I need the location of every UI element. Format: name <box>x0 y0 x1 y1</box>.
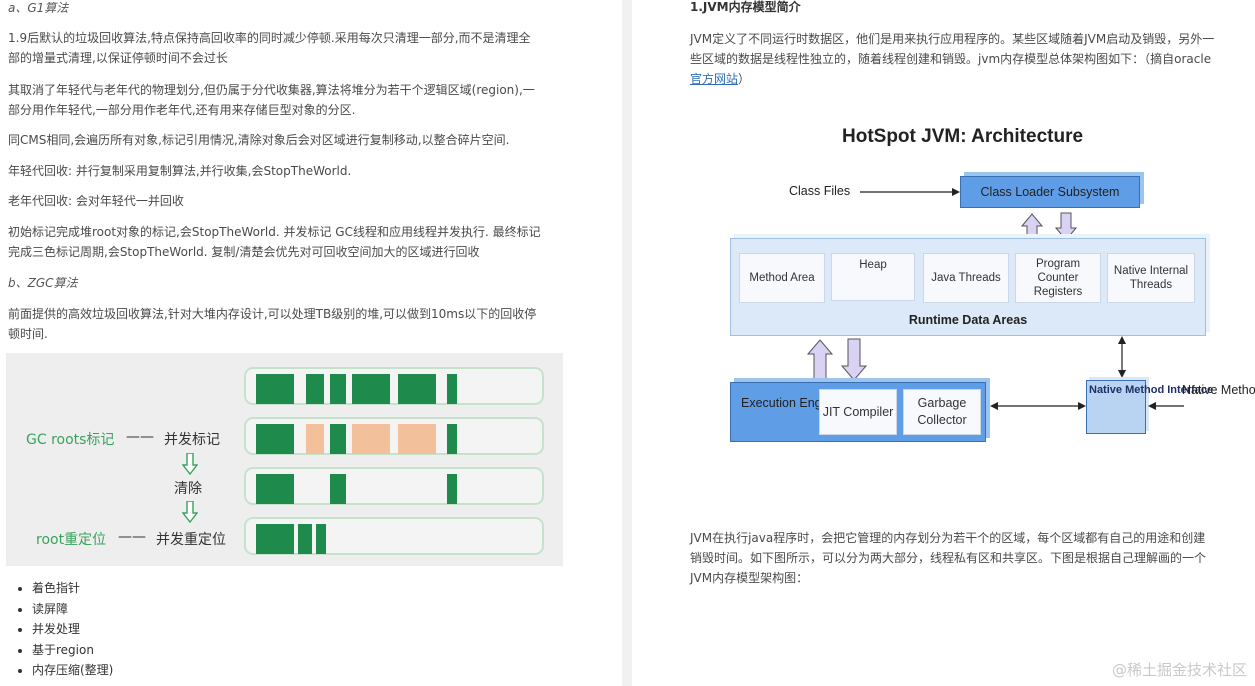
clear-label: 清除 <box>174 481 202 497</box>
diagram-title: HotSpot JVM: Architecture <box>842 126 1084 147</box>
list-item: 内存压缩(整理) <box>32 660 113 681</box>
paragraph-line: 些区域的数据是线程性独立的，随着线程创建和销毁。jvm内存模型总体架构图如下：（… <box>690 52 1212 66</box>
runtime-label: Runtime Data Areas <box>908 313 1028 327</box>
feature-list: 着色指针 读屏障 并发处理 基于region 内存压缩(整理) <box>14 578 113 681</box>
runtime-data-areas-box: Method Area Heap Java Threads Program Co… <box>730 238 1206 336</box>
jit-compiler-box: JIT Compiler <box>819 389 897 435</box>
bidirectional-arrows-icon <box>806 338 868 382</box>
garbage-block <box>398 424 436 454</box>
heap-track-relocated <box>244 517 544 555</box>
class-loader-label: Class Loader Subsystem <box>980 185 1120 199</box>
gc-roots-label: GC roots标记 <box>26 432 115 448</box>
native-threads-box: Native Internal Threads <box>1107 253 1195 303</box>
execution-engine-label: Execution Engine <box>741 396 839 410</box>
paren: ） <box>738 72 751 86</box>
paragraph-line: 顿时间. <box>8 327 48 341</box>
paragraph-line: JVM在执行java程序时，会把它管理的内存划分为若干个的区域，每个区域都有自己… <box>690 531 1206 545</box>
section-heading: 1.JVM内存模型简介 <box>690 0 801 14</box>
paragraph-line: 同CMS相同,会遍历所有对象,标记引用情况,清除对象后会对区域进行复制移动,以整… <box>8 133 510 147</box>
paragraph-line: 完成三色标记周期,会StopTheWorld. 复制/清楚会优先对可回收空间加大… <box>8 245 480 259</box>
official-site-link[interactable]: 官方网站 <box>690 72 738 86</box>
paragraph-line: 部分用作年轻代,一部分用作老年代,还有用来存储巨型对象的分区. <box>8 103 356 117</box>
list-item: 读屏障 <box>32 599 113 620</box>
dash: —— <box>126 429 154 445</box>
heap-track-marked <box>244 417 544 455</box>
jvm-architecture-diagram: HotSpot JVM: Architecture Class Files Cl… <box>712 118 1255 458</box>
paragraph-line: 1.9后默认的垃圾回收算法,特点保持高回收率的同时减少停顿.采用每次只清理一部分… <box>8 31 531 45</box>
method-area-box: Method Area <box>739 253 825 303</box>
object-block <box>256 424 294 454</box>
paragraph-line: 初始标记完成堆root对象的标记,会StopTheWorld. 并发标记 GC线… <box>8 225 541 239</box>
native-interface-box: Native Method Interface <box>1086 380 1213 434</box>
object-block <box>330 424 346 454</box>
arrow-left-icon <box>1148 402 1184 410</box>
list-item: 基于region <box>32 640 113 661</box>
paragraph-line: 官方网站） <box>690 68 750 90</box>
paragraph-line: 前面提供的高效垃圾回收算法,针对大堆内存设计,可以处理TB级别的堆,可以做到10… <box>8 307 537 321</box>
object-block <box>330 474 346 504</box>
heading-zgc: b、ZGC算法 <box>8 276 78 290</box>
garbage-collector-box: Garbage Collector <box>903 389 981 435</box>
arrow-vertical-icon <box>1118 336 1126 378</box>
execution-engine-box: Execution Engine JIT Compiler Garbage Co… <box>730 382 986 442</box>
native-libraries-label: Native Method Libraries <box>1182 383 1255 397</box>
paragraph-line: 其取消了年轻代与老年代的物理划分,但仍属于分代收集器,算法将堆分为若干个逻辑区域… <box>8 83 535 97</box>
arrow-horizontal-icon <box>990 402 1086 410</box>
garbage-block <box>306 424 324 454</box>
zgc-figure: GC roots标记 —— 并发标记 清除 root重定位 —— 并发重定位 <box>6 353 563 566</box>
heap-track-initial <box>244 367 544 405</box>
class-files-label: Class Files <box>789 184 851 198</box>
object-block <box>352 374 390 404</box>
root-relocate-label: root重定位 <box>36 532 107 548</box>
object-block <box>447 374 457 404</box>
paragraph-line: JVM定义了不同运行时数据区，他们是用来执行应用程序的。某些区域随着JVM启动及… <box>690 32 1215 46</box>
heap-box: Heap <box>831 253 915 301</box>
down-arrow-icon <box>182 501 198 523</box>
right-page: 1.JVM内存模型简介 JVM定义了不同运行时数据区，他们是用来执行应用程序的。… <box>632 0 1255 686</box>
object-block <box>256 374 294 404</box>
paragraph-line: JVM内存模型架构图： <box>690 571 809 585</box>
dash: —— <box>118 529 146 545</box>
heading-g1: a、G1算法 <box>8 1 69 15</box>
concurrent-mark-label: 并发标记 <box>164 432 220 448</box>
down-arrow-icon <box>182 453 198 475</box>
list-item: 着色指针 <box>32 578 113 599</box>
garbage-block <box>352 424 390 454</box>
watermark: @稀土掘金技术社区 <box>1111 661 1247 679</box>
class-loader-box: Class Loader Subsystem <box>960 176 1140 208</box>
left-page: a、G1算法 1.9后默认的垃圾回收算法,特点保持高回收率的同时减少停顿.采用每… <box>0 0 622 686</box>
paragraph-line: 老年代回收: 会对年轻代一并回收 <box>8 194 184 208</box>
object-block <box>306 374 324 404</box>
heap-track-cleared <box>244 467 544 505</box>
paragraph-line: 部的增量式清理,以保证停顿时间不会过长 <box>8 51 228 65</box>
object-block <box>447 424 457 454</box>
object-block <box>398 374 436 404</box>
java-threads-box: Java Threads <box>923 253 1009 303</box>
object-block <box>447 474 457 504</box>
program-counter-box: Program Counter Registers <box>1015 253 1101 303</box>
object-block <box>316 524 326 554</box>
arrow-right-icon <box>860 188 960 196</box>
concurrent-relocate-label: 并发重定位 <box>156 532 226 548</box>
object-block <box>256 524 294 554</box>
paragraph-line: 年轻代回收: 并行复制采用复制算法,并行收集,会StopTheWorld. <box>8 164 352 178</box>
object-block <box>298 524 312 554</box>
object-block <box>256 474 294 504</box>
paragraph-line: 销毁时间。如下图所示，可以分为两大部分，线程私有区和共享区。下图是根据自己理解画… <box>690 551 1207 565</box>
list-item: 并发处理 <box>32 619 113 640</box>
object-block <box>330 374 346 404</box>
